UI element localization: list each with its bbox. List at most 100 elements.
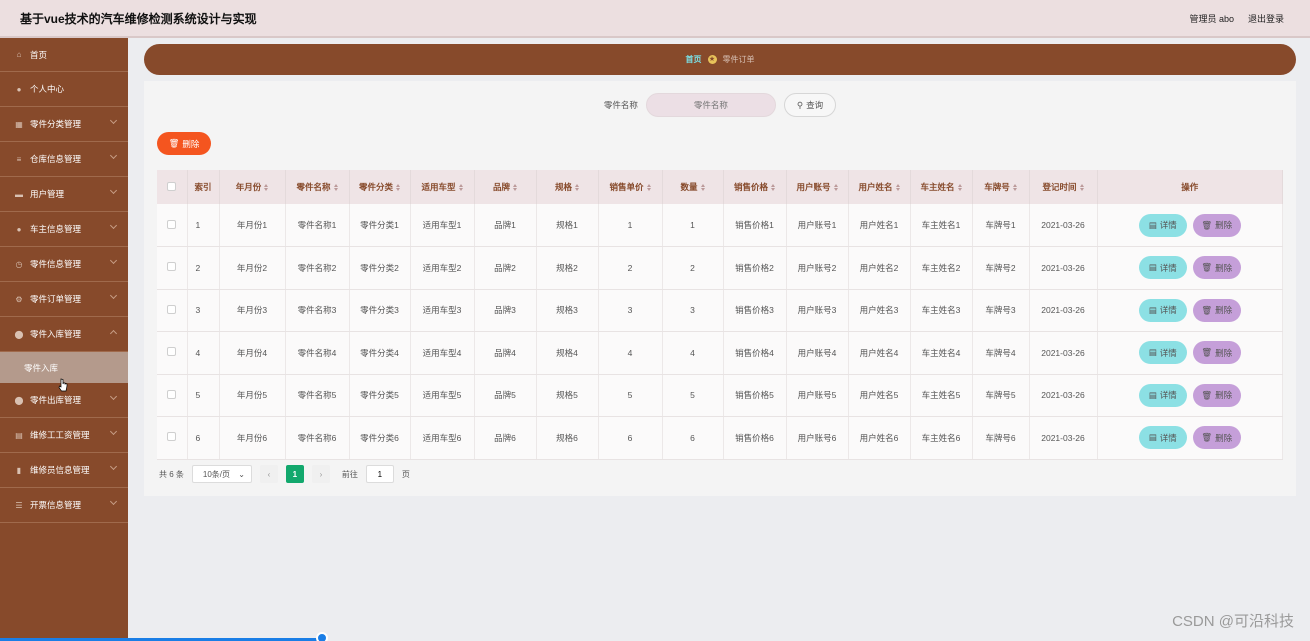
row-select-cell[interactable] — [157, 374, 188, 417]
chevron-down-icon — [109, 221, 118, 230]
col-year-month[interactable]: 年月份 — [219, 170, 286, 204]
sidebar-item-part-info[interactable]: ◷ 零件信息管理 — [0, 247, 128, 282]
sort-icon[interactable] — [333, 184, 338, 192]
goto-page-input[interactable] — [365, 465, 394, 483]
row-select-cell[interactable] — [157, 416, 188, 460]
col-register-time[interactable]: 登记时间 — [1029, 170, 1098, 204]
delete-button[interactable]: 🗑 删除 — [1192, 298, 1241, 322]
col-brand[interactable]: 品牌 — [474, 170, 537, 204]
col-car-model[interactable]: 适用车型 — [410, 170, 475, 204]
col-user-name[interactable]: 用户姓名 — [848, 170, 911, 204]
sidebar-item-mechanic-salary[interactable]: ▤ 维修工工资管理 — [0, 418, 128, 453]
monitor-icon: ▬ — [15, 189, 23, 199]
col-unit-price[interactable]: 销售单价 — [598, 170, 663, 204]
table-cell: 用户账号2 — [786, 246, 849, 290]
prev-page-button[interactable]: ‹ — [259, 465, 278, 483]
sidebar-item-invoice[interactable]: ☰ 开票信息管理 — [0, 488, 128, 523]
sort-icon[interactable] — [396, 184, 400, 192]
col-sale-price[interactable]: 销售价格 — [723, 170, 787, 204]
sort-icon[interactable] — [895, 184, 900, 192]
delete-button[interactable]: 🗑 删除 — [1192, 426, 1241, 450]
row-checkbox[interactable] — [167, 219, 177, 229]
doc-icon: ▤ — [1148, 219, 1157, 230]
detail-button[interactable]: ▤ 详情 — [1138, 213, 1187, 237]
page-size-select[interactable]: 10条/页 ⌄ — [191, 465, 252, 483]
detail-button[interactable]: ▤ 详情 — [1138, 341, 1187, 365]
breadcrumb-home[interactable]: 首页 — [686, 54, 702, 65]
row-checkbox[interactable] — [167, 262, 177, 272]
table-cell: 用户账号6 — [786, 416, 849, 460]
sidebar: ⌂ 首页 ● 个人中心 ▦ 零件分类管理 ≡ 仓库信息管理 ▬ 用户管理 ● 车… — [0, 38, 128, 641]
row-select-cell[interactable] — [157, 246, 188, 290]
table-cell: 适用车型3 — [410, 289, 475, 332]
col-quantity[interactable]: 数量 — [662, 170, 724, 204]
select-all-cell[interactable] — [157, 170, 188, 204]
table-cell: 规格6 — [536, 416, 599, 460]
table-cell: 车主姓名1 — [910, 204, 973, 247]
sort-icon[interactable] — [575, 184, 579, 192]
table-cell: 用户姓名6 — [848, 416, 911, 460]
logout-link[interactable]: 退出登录 — [1248, 12, 1284, 25]
sort-icon[interactable] — [1012, 184, 1017, 192]
next-page-button[interactable]: › — [311, 465, 330, 483]
row-checkbox[interactable] — [167, 389, 177, 399]
table-cell: 6 — [662, 416, 724, 460]
sort-icon[interactable] — [700, 184, 705, 192]
row-checkbox[interactable] — [167, 304, 177, 314]
detail-button[interactable]: ▤ 详情 — [1138, 426, 1187, 450]
sort-icon[interactable] — [771, 184, 775, 192]
delete-button[interactable]: 🗑 删除 — [1192, 256, 1241, 280]
bulk-delete-button[interactable]: 🗑 删除 — [157, 132, 211, 155]
search-input[interactable] — [645, 93, 776, 117]
chevron-down-icon — [109, 116, 118, 125]
table-cell: 车牌号2 — [972, 246, 1030, 290]
sidebar-item-home[interactable]: ⌂ 首页 — [0, 38, 128, 72]
col-plate[interactable]: 车牌号 — [972, 170, 1030, 204]
row-select-cell[interactable] — [157, 331, 188, 375]
sidebar-item-mechanic-info[interactable]: ▮ 维修员信息管理 — [0, 453, 128, 488]
select-all-checkbox[interactable] — [167, 181, 177, 191]
sort-icon[interactable] — [957, 184, 962, 192]
sidebar-item-car-owner[interactable]: ● 车主信息管理 — [0, 212, 128, 247]
sort-icon[interactable] — [458, 184, 463, 192]
delete-button[interactable]: 🗑 删除 — [1192, 213, 1241, 237]
trash-icon: 🗑 — [1201, 304, 1213, 315]
row-select-cell[interactable] — [157, 289, 188, 332]
col-spec[interactable]: 规格 — [536, 170, 599, 204]
table-cell: 2021-03-26 — [1029, 246, 1098, 290]
sort-icon[interactable] — [513, 184, 517, 192]
sidebar-item-part-inbound[interactable]: ⬤ 零件入库管理 — [0, 317, 128, 352]
row-checkbox[interactable] — [167, 432, 177, 442]
search-button[interactable]: ⚲ 查询 — [783, 93, 837, 117]
sidebar-item-part-category[interactable]: ▦ 零件分类管理 — [0, 107, 128, 142]
sidebar-item-part-order[interactable]: ⚙ 零件订单管理 — [0, 282, 128, 317]
table-cell: 年月份6 — [219, 416, 286, 460]
sort-icon[interactable] — [646, 184, 651, 192]
col-owner-name[interactable]: 车主姓名 — [910, 170, 973, 204]
sort-icon[interactable] — [1079, 184, 1084, 192]
table-cell: 2021-03-26 — [1029, 374, 1098, 417]
sidebar-item-warehouse[interactable]: ≡ 仓库信息管理 — [0, 142, 128, 177]
page-button-current[interactable]: 1 — [285, 465, 304, 483]
table-cell: 3 — [187, 289, 220, 332]
sidebar-item-profile[interactable]: ● 个人中心 — [0, 72, 128, 107]
detail-button[interactable]: ▤ 详情 — [1138, 298, 1187, 322]
table-cell: 零件分类3 — [349, 289, 411, 332]
detail-button[interactable]: ▤ 详情 — [1138, 383, 1187, 407]
sort-icon[interactable] — [264, 184, 269, 192]
col-user-account[interactable]: 用户账号 — [786, 170, 849, 204]
table-cell: 销售价格1 — [723, 204, 787, 247]
row-select-cell[interactable] — [157, 204, 188, 247]
delete-button[interactable]: 🗑 删除 — [1192, 383, 1241, 407]
star-icon: ★ — [707, 55, 717, 64]
delete-button[interactable]: 🗑 删除 — [1192, 341, 1241, 365]
sidebar-item-users[interactable]: ▬ 用户管理 — [0, 177, 128, 212]
col-part-name[interactable]: 零件名称 — [285, 170, 350, 204]
sort-icon[interactable] — [833, 184, 838, 192]
col-part-category[interactable]: 零件分类 — [349, 170, 411, 204]
table-cell: 用户账号3 — [786, 289, 849, 332]
progress-knob[interactable] — [316, 632, 328, 641]
trash-icon: 🗑 — [1201, 347, 1213, 358]
row-checkbox[interactable] — [167, 347, 177, 357]
detail-button[interactable]: ▤ 详情 — [1138, 256, 1187, 280]
